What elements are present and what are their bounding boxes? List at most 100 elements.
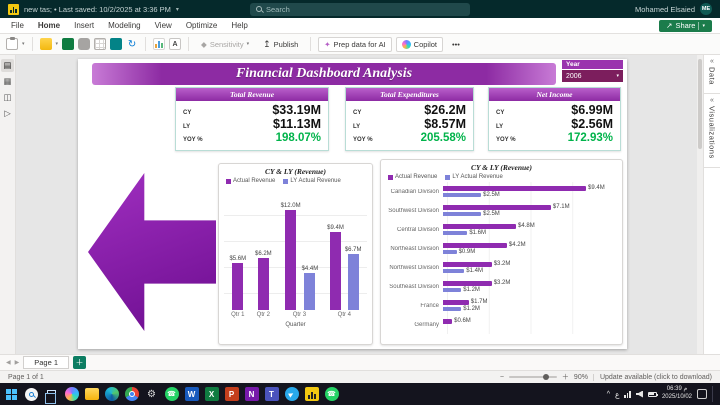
menu-item-help[interactable]: Help bbox=[224, 20, 254, 31]
bar-cy[interactable] bbox=[443, 186, 586, 191]
telegram-button[interactable]: ▶ bbox=[283, 386, 300, 403]
chrome-button[interactable] bbox=[123, 386, 140, 403]
column-bar-ly[interactable] bbox=[348, 254, 359, 310]
search-input[interactable] bbox=[266, 5, 464, 14]
caret-down-icon[interactable]: ▾ bbox=[22, 41, 25, 47]
caret-down-icon[interactable]: ▾ bbox=[56, 41, 59, 47]
legend-item[interactable]: Actual Revenue bbox=[226, 178, 275, 184]
bar-ly[interactable] bbox=[443, 250, 457, 254]
column-bar-cy[interactable] bbox=[258, 258, 269, 310]
text-box-icon[interactable]: A bbox=[169, 38, 181, 50]
enter-data-icon[interactable] bbox=[94, 38, 106, 50]
expand-pane-icon[interactable]: « bbox=[710, 58, 714, 65]
previous-page-icon[interactable]: ◀ bbox=[6, 359, 11, 366]
model-view-icon[interactable]: ◫ bbox=[1, 91, 14, 104]
kpi-card-total-revenue[interactable]: Total Revenue CY$33.19M LY$11.13M YOY %1… bbox=[175, 87, 329, 151]
teams-button[interactable]: T bbox=[263, 386, 280, 403]
bar-cy[interactable] bbox=[443, 319, 452, 324]
excel-button[interactable]: X bbox=[203, 386, 220, 403]
legend-item[interactable]: Actual Revenue bbox=[388, 174, 437, 180]
notification-center-icon[interactable] bbox=[697, 389, 707, 399]
bar-ly[interactable] bbox=[443, 212, 481, 216]
zoom-out-icon[interactable]: − bbox=[500, 374, 504, 381]
global-search-box[interactable] bbox=[250, 3, 470, 16]
menu-item-modeling[interactable]: Modeling bbox=[101, 20, 147, 31]
tray-expand-icon[interactable]: ^ bbox=[607, 391, 610, 398]
bar-cy[interactable] bbox=[443, 224, 516, 229]
column-bar-cy[interactable] bbox=[330, 232, 341, 310]
menu-item-view[interactable]: View bbox=[148, 20, 179, 31]
bar-cy[interactable] bbox=[443, 205, 551, 210]
menu-item-home[interactable]: Home bbox=[31, 20, 67, 31]
wifi-icon[interactable] bbox=[624, 391, 631, 398]
word-button[interactable]: W bbox=[183, 386, 200, 403]
caret-down-icon[interactable]: ▾ bbox=[616, 73, 619, 79]
kpi-card-net-income[interactable]: Net Income CY$6.99M LY$2.56M YOY %172.93… bbox=[488, 87, 621, 151]
zoom-slider[interactable] bbox=[509, 376, 557, 378]
expand-pane-icon[interactable]: « bbox=[710, 97, 714, 104]
bar-cy[interactable] bbox=[443, 300, 469, 305]
legend-item[interactable]: LY Actual Revenue bbox=[445, 174, 502, 180]
kpi-card-total-expenditures[interactable]: Total Expenditures CY$26.2M LY$8.57M YOY… bbox=[345, 87, 474, 151]
paste-icon[interactable] bbox=[6, 38, 18, 50]
menu-item-optimize[interactable]: Optimize bbox=[179, 20, 225, 31]
bar-ly[interactable] bbox=[443, 231, 467, 235]
column-bar-ly[interactable] bbox=[304, 273, 315, 310]
taskbar-clock[interactable]: 06:39 م 2025/10/02 bbox=[662, 386, 692, 402]
file-explorer-button[interactable] bbox=[83, 386, 100, 403]
more-options-button[interactable]: ••• bbox=[447, 38, 465, 51]
settings-button[interactable]: ⚙ bbox=[143, 386, 160, 403]
edge-button[interactable] bbox=[103, 386, 120, 403]
share-button[interactable]: ↗ Share ▾ bbox=[659, 20, 712, 32]
bar-cy[interactable] bbox=[443, 262, 492, 267]
bar-ly[interactable] bbox=[443, 288, 461, 292]
power-bi-taskbar-button[interactable] bbox=[303, 386, 320, 403]
table-view-icon[interactable]: ▦ bbox=[1, 75, 14, 88]
page-tab-page-1[interactable]: Page 1 bbox=[23, 356, 69, 369]
task-view-button[interactable] bbox=[43, 386, 60, 403]
volume-icon[interactable] bbox=[636, 391, 643, 398]
scrollbar-thumb[interactable] bbox=[698, 59, 702, 149]
start-button[interactable] bbox=[3, 386, 20, 403]
sql-server-icon[interactable] bbox=[78, 38, 90, 50]
refresh-icon[interactable]: ↻ bbox=[126, 38, 138, 50]
menu-item-insert[interactable]: Insert bbox=[67, 20, 101, 31]
legend-item[interactable]: LY Actual Revenue bbox=[283, 178, 340, 184]
get-data-icon[interactable] bbox=[40, 38, 52, 50]
language-indicator[interactable]: ع bbox=[615, 390, 619, 399]
report-view-icon[interactable]: ▤ bbox=[1, 59, 14, 72]
bar-cy[interactable] bbox=[443, 243, 507, 248]
excel-workbook-icon[interactable] bbox=[62, 38, 74, 50]
update-available-link[interactable]: Update available (click to download) bbox=[593, 374, 712, 381]
menu-item-file[interactable]: File bbox=[4, 20, 31, 31]
visualizations-pane-collapsed[interactable]: « Visualizations bbox=[704, 94, 720, 168]
publish-button[interactable]: ↥ Publish bbox=[258, 37, 303, 52]
whatsapp-button[interactable]: ☎ bbox=[163, 386, 180, 403]
taskbar-search-button[interactable] bbox=[23, 386, 40, 403]
slicer-dropdown[interactable]: 2006 ▾ bbox=[562, 70, 623, 82]
battery-icon[interactable] bbox=[648, 392, 657, 397]
bar-cy[interactable] bbox=[443, 281, 492, 286]
bar-ly[interactable] bbox=[443, 193, 481, 197]
year-slicer[interactable]: Year 2006 ▾ bbox=[562, 60, 623, 82]
bar-ly[interactable] bbox=[443, 307, 461, 311]
bar-chart[interactable]: CY & LY (Revenue) Actual Revenue LY Actu… bbox=[380, 159, 623, 345]
canvas-scrollbar[interactable] bbox=[697, 55, 703, 354]
zoom-slider-thumb[interactable] bbox=[543, 374, 549, 380]
transform-data-icon[interactable] bbox=[110, 38, 122, 50]
powerpoint-button[interactable]: P bbox=[223, 386, 240, 403]
bar-ly[interactable] bbox=[443, 269, 464, 273]
dax-query-view-icon[interactable]: ▷ bbox=[1, 107, 14, 120]
column-bar-cy[interactable] bbox=[232, 263, 243, 310]
column-bar-cy[interactable] bbox=[285, 210, 296, 310]
copilot-taskbar-button[interactable] bbox=[63, 386, 80, 403]
add-page-button[interactable]: ＋ bbox=[73, 356, 86, 369]
whatsapp-2-button[interactable]: ☎ bbox=[323, 386, 340, 403]
next-page-icon[interactable]: ▶ bbox=[15, 359, 20, 366]
show-desktop-button[interactable] bbox=[712, 386, 714, 402]
onenote-button[interactable]: N bbox=[243, 386, 260, 403]
data-pane-collapsed[interactable]: « Data bbox=[704, 55, 720, 94]
column-chart[interactable]: CY & LY (Revenue) Actual Revenue LY Actu… bbox=[218, 163, 373, 345]
zoom-in-icon[interactable]: ＋ bbox=[562, 372, 569, 382]
new-visual-icon[interactable] bbox=[153, 38, 165, 50]
